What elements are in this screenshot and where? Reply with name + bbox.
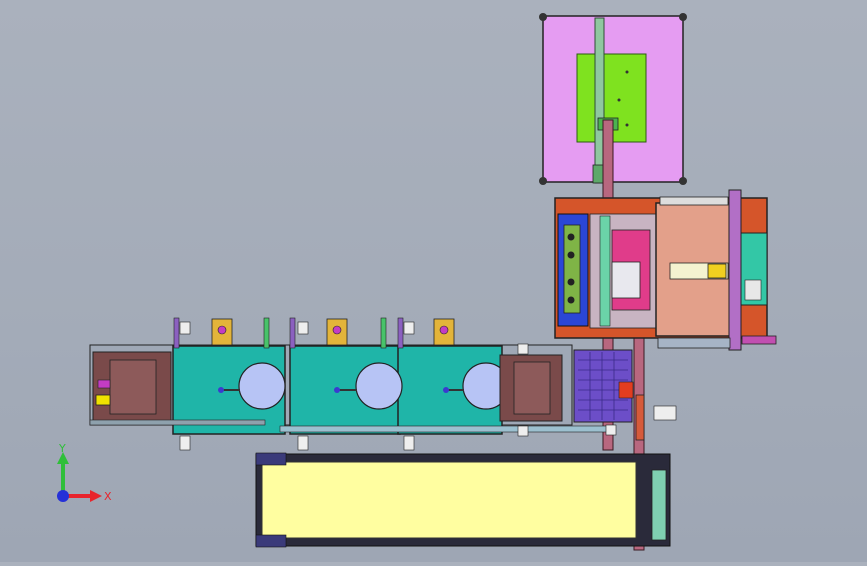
- z-axis-dot: [57, 490, 69, 502]
- cad-viewport[interactable]: [0, 0, 867, 562]
- press-line[interactable]: [89, 344, 634, 435]
- orange-station[interactable]: [554, 189, 777, 351]
- x-axis-label: X: [104, 490, 112, 503]
- platen-disc-1: [238, 362, 286, 410]
- axis-triad: Y X: [40, 440, 120, 510]
- conveyor-belt: [261, 461, 637, 539]
- y-axis-label: Y: [58, 442, 66, 455]
- cad-assembly-view[interactable]: [0, 0, 867, 562]
- output-conveyor[interactable]: [255, 452, 671, 548]
- platen-disc-2: [355, 362, 403, 410]
